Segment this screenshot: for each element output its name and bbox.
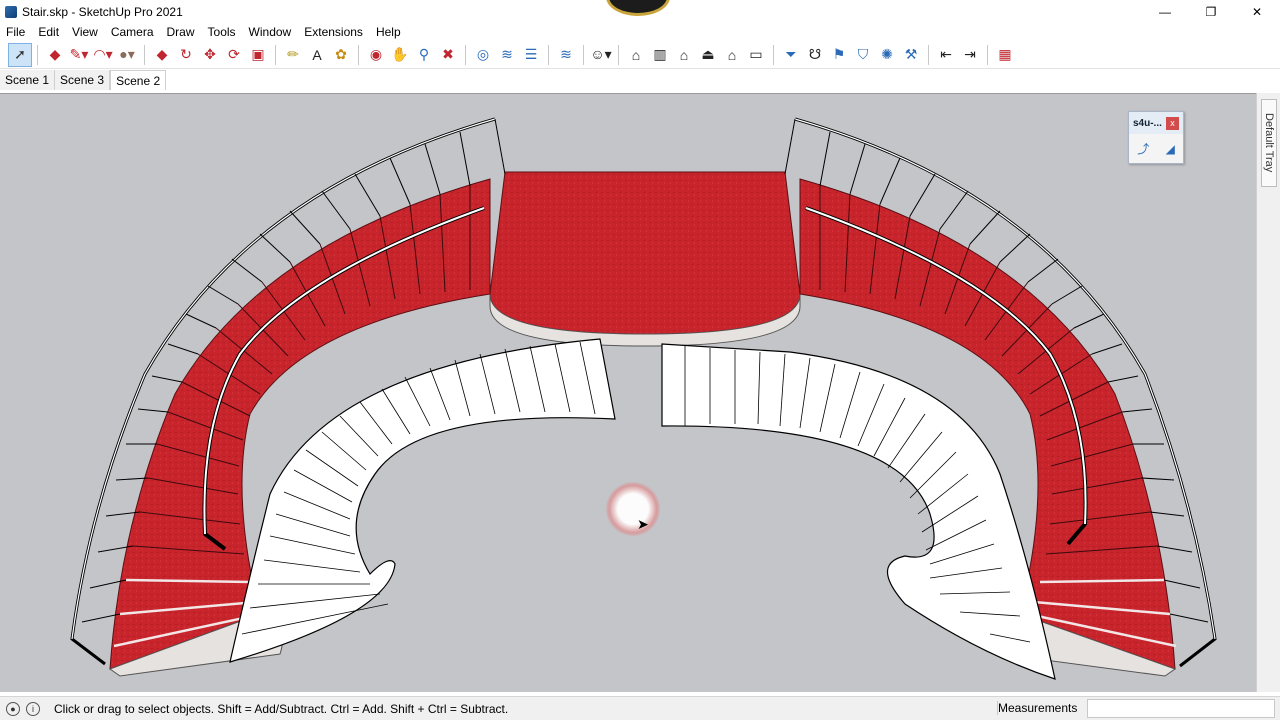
scale-icon[interactable]: ▣: [246, 43, 270, 67]
flag-icon[interactable]: ⚑: [827, 43, 851, 67]
tab-scene-1[interactable]: Scene 1: [0, 70, 56, 90]
lasso-icon[interactable]: ☋: [803, 43, 827, 67]
component-icon[interactable]: ▥: [648, 43, 672, 67]
box-icon[interactable]: ▭: [744, 43, 768, 67]
sketchup-logo-icon: [5, 5, 17, 18]
panel-header: s4u-... x: [1129, 112, 1183, 134]
status-bar: ● i Click or drag to select objects. Shi…: [0, 696, 1280, 720]
paint-icon[interactable]: ✿: [329, 43, 353, 67]
menu-bar: File Edit View Camera Draw Tools Window …: [0, 23, 1280, 41]
pan-icon[interactable]: ✋: [388, 43, 412, 67]
house-outline-icon[interactable]: ⌂: [720, 43, 744, 67]
minimize-button[interactable]: —: [1142, 0, 1188, 23]
model-viewport[interactable]: [0, 93, 1256, 692]
paint-bucket-icon[interactable]: ●▾: [115, 43, 139, 67]
title-bar: Stair.skp - SketchUp Pro 2021 — ❐ ✕: [0, 0, 1280, 23]
close-icon[interactable]: x: [1166, 116, 1179, 130]
funnel-icon[interactable]: ⏷: [779, 43, 803, 67]
follow-me-icon[interactable]: ↻: [174, 43, 198, 67]
menu-tools[interactable]: Tools: [208, 25, 236, 39]
menu-extensions[interactable]: Extensions: [304, 25, 363, 39]
menu-edit[interactable]: Edit: [38, 25, 59, 39]
stair-curve-icon[interactable]: ⤴: [1137, 140, 1149, 157]
stair-ramp-icon[interactable]: ◢: [1166, 142, 1175, 156]
toolbar-separator: [928, 44, 929, 65]
house-icon[interactable]: ⌂: [672, 43, 696, 67]
paint-roller-icon[interactable]: ⚒: [899, 43, 923, 67]
menu-window[interactable]: Window: [249, 25, 292, 39]
close-button[interactable]: ✕: [1234, 0, 1280, 23]
section-display-icon[interactable]: ≋: [495, 43, 519, 67]
menu-view[interactable]: View: [72, 25, 98, 39]
user-icon[interactable]: ☺▾: [589, 43, 613, 67]
toolbar-separator: [618, 44, 619, 65]
mouse-cursor-icon: ➤: [637, 516, 649, 532]
tab-scene-3[interactable]: Scene 3: [55, 70, 111, 90]
toolbar-separator: [275, 44, 276, 65]
toolbar-separator: [144, 44, 145, 65]
panel-title: s4u-...: [1133, 117, 1162, 129]
toolbar-separator: [773, 44, 774, 65]
left-white-staircase: [229, 338, 616, 663]
right-white-staircase: [661, 343, 1056, 680]
measurements-label: Measurements: [997, 701, 1078, 715]
tab-scene-2[interactable]: Scene 2: [110, 70, 167, 90]
menu-help[interactable]: Help: [376, 25, 401, 39]
staircase-model: [70, 117, 1217, 680]
sparkle-icon[interactable]: ✺: [875, 43, 899, 67]
orbit-icon[interactable]: ◉: [364, 43, 388, 67]
styles-icon[interactable]: ≋: [554, 43, 578, 67]
eraser-icon[interactable]: ◆: [43, 43, 67, 67]
move-icon[interactable]: ✥: [198, 43, 222, 67]
measurements-input[interactable]: [1087, 699, 1275, 718]
default-tray: Default Tray: [1256, 93, 1280, 692]
toolbar-separator: [358, 44, 359, 65]
pencil-icon[interactable]: ✎▾: [67, 43, 91, 67]
toolbar-separator: [987, 44, 988, 65]
menu-file[interactable]: File: [6, 25, 25, 39]
text-icon[interactable]: A: [305, 43, 329, 67]
toolbar-separator: [465, 44, 466, 65]
recording-badge: [606, 0, 670, 16]
s4u-extension-panel[interactable]: s4u-... x ⤴ ◢: [1128, 111, 1184, 164]
restore-button[interactable]: ❐: [1188, 0, 1234, 23]
top-landing: [489, 171, 801, 347]
layers-icon[interactable]: ☰: [519, 43, 543, 67]
menu-camera[interactable]: Camera: [111, 25, 154, 39]
brick-wall-icon[interactable]: ▦: [993, 43, 1017, 67]
cursor-highlight: [606, 482, 660, 536]
section-plane-icon[interactable]: ◎: [471, 43, 495, 67]
scene-tabs: Scene 1 Scene 3 Scene 2: [0, 70, 167, 90]
select-icon[interactable]: ➚: [8, 42, 32, 67]
menu-draw[interactable]: Draw: [167, 25, 195, 39]
arrow-left-icon[interactable]: ⇤: [934, 43, 958, 67]
toolbar-separator: [548, 44, 549, 65]
warehouse-icon[interactable]: ⌂: [624, 43, 648, 67]
status-message: Click or drag to select objects. Shift =…: [54, 701, 509, 716]
main-toolbar: ➚ ◆ ✎▾ ◠▾ ●▾ ◆ ↻ ✥ ⟳ ▣ ✏ A ✿ ◉ ✋ ⚲ ✖ ◎ ≋…: [0, 41, 1280, 69]
window-controls: — ❐ ✕: [1142, 0, 1280, 23]
rotate-icon[interactable]: ⟳: [222, 43, 246, 67]
tape-measure-icon[interactable]: ✏: [281, 43, 305, 67]
info-icon[interactable]: i: [26, 701, 40, 716]
arc-icon[interactable]: ◠▾: [91, 43, 115, 67]
panel-tools: ⤴ ◢: [1129, 134, 1183, 163]
geolocation-icon[interactable]: ●: [6, 701, 20, 716]
house-roof-icon[interactable]: ⏏: [696, 43, 720, 67]
shield-icon[interactable]: ⛉: [851, 43, 875, 67]
arrow-right-icon[interactable]: ⇥: [958, 43, 982, 67]
push-pull-icon[interactable]: ◆: [150, 43, 174, 67]
zoom-icon[interactable]: ⚲: [412, 43, 436, 67]
default-tray-tab[interactable]: Default Tray: [1261, 99, 1277, 187]
zoom-extents-icon[interactable]: ✖: [436, 43, 460, 67]
toolbar-separator: [583, 44, 584, 65]
window-title: Stair.skp - SketchUp Pro 2021: [22, 4, 183, 19]
toolbar-separator: [37, 44, 38, 65]
